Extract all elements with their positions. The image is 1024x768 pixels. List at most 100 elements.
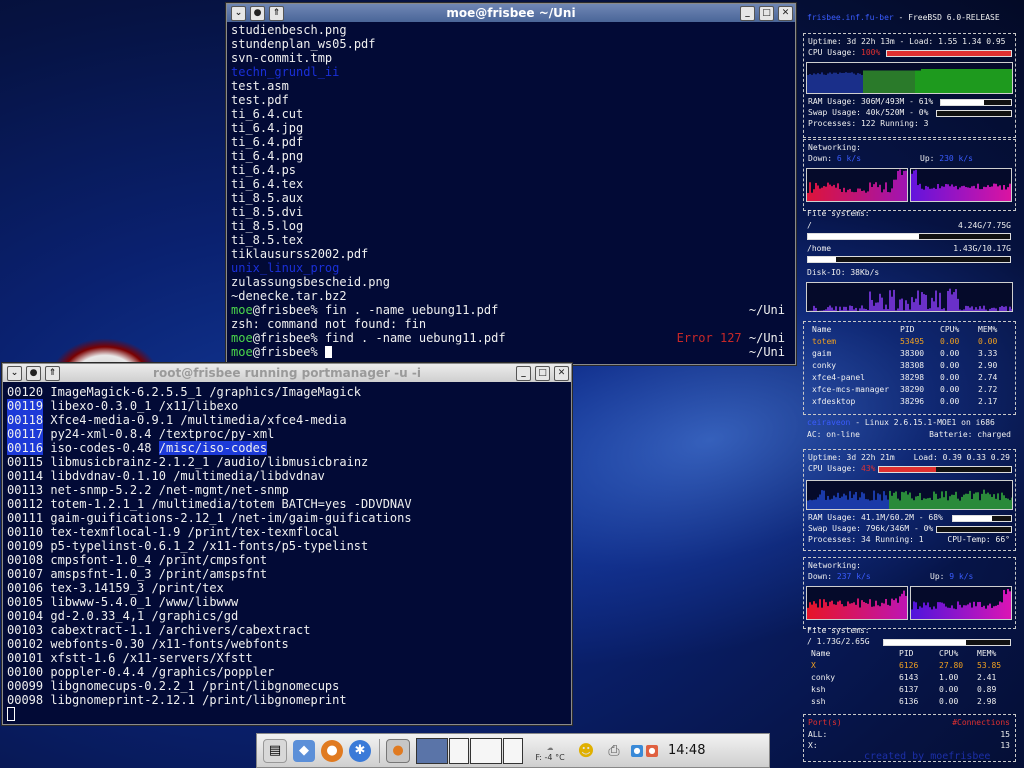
filename: ~denecke.tar.bz2 xyxy=(231,289,347,303)
port-number: 00112 xyxy=(7,497,44,511)
graph-column xyxy=(871,500,873,509)
graph-column xyxy=(817,607,819,619)
minimize-button[interactable]: _ xyxy=(740,6,755,21)
port-entry: 00108 cmpsfont-1.0_4 /print/cmpsfont xyxy=(7,553,567,567)
titlebar[interactable]: ⌄ ● ⇑ root@frisbee running portmanager -… xyxy=(3,364,571,382)
workspace-1[interactable] xyxy=(416,737,448,764)
graph-column xyxy=(845,606,847,619)
graph-column xyxy=(815,307,817,311)
graph-column xyxy=(939,292,941,311)
graph-column xyxy=(943,186,945,201)
graph-column xyxy=(1009,591,1011,619)
graph-column xyxy=(963,69,965,93)
clock[interactable]: 14:48 xyxy=(668,743,705,758)
graph-column xyxy=(865,192,867,201)
maximize-button[interactable]: □ xyxy=(535,366,550,381)
graph-column xyxy=(813,73,815,93)
port-number: 00109 xyxy=(7,539,44,553)
graph-column xyxy=(971,306,973,311)
graph-column xyxy=(1009,306,1011,311)
maximize-button[interactable]: □ xyxy=(759,6,774,21)
name-cell: Name xyxy=(811,649,831,658)
graph-column xyxy=(863,601,865,619)
graph-column xyxy=(889,70,891,93)
graph-column xyxy=(869,500,871,509)
terminal-window-portmanager[interactable]: ⌄ ● ⇑ root@frisbee running portmanager -… xyxy=(2,363,572,725)
titlebar[interactable]: ⌄ ● ⇑ moe@frisbee ~/Uni _ □ ✕ xyxy=(227,4,795,22)
graph-column xyxy=(899,70,901,93)
shade-button[interactable]: ⇑ xyxy=(45,366,60,381)
graph-column xyxy=(981,189,983,201)
weather-widget[interactable]: ☁ F: -4 °C xyxy=(531,740,569,762)
terminal-output[interactable]: studienbesch.png stundenplan_ws05.pdf svn-… xyxy=(227,22,795,362)
graph-column xyxy=(953,494,955,509)
terminal-launcher-icon[interactable]: ▤ xyxy=(263,738,287,763)
graph-column xyxy=(947,607,949,619)
terminal-output[interactable]: 00120 ImageMagick-6.2.5.5_1 /graphics/Im… xyxy=(3,382,571,724)
table-row: xfce4-panel 38298 0.00 2.74 xyxy=(808,372,1012,383)
taskbar-firefox-icon[interactable]: ● xyxy=(386,738,410,763)
port-path: /x11/libexo xyxy=(158,399,239,413)
graph-column xyxy=(953,292,955,311)
cube-icon[interactable]: ◆ xyxy=(293,739,315,762)
graph-column xyxy=(839,72,841,93)
graph-column xyxy=(819,188,821,201)
port-package: libexo-0.3.0_1 xyxy=(50,399,152,413)
graph-column xyxy=(813,305,815,311)
firefox-icon[interactable]: ● xyxy=(321,739,343,762)
graph-column xyxy=(1001,305,1003,311)
tray-icon-blue[interactable]: ● xyxy=(631,744,643,757)
graph-column xyxy=(1005,594,1007,619)
graph-column xyxy=(915,169,917,201)
prompt-path: ~/Uni xyxy=(748,345,785,359)
fs-label: File systems: xyxy=(807,626,870,635)
graph-column xyxy=(863,70,865,93)
workspace-pager[interactable] xyxy=(416,737,523,764)
shade-button[interactable]: ⇑ xyxy=(269,6,284,21)
filename: test.asm xyxy=(231,79,289,93)
window-title: moe@frisbee ~/Uni xyxy=(446,6,576,20)
graph-column xyxy=(1003,589,1005,619)
stick-button[interactable]: ● xyxy=(26,366,41,381)
filename: ti_8.5.log xyxy=(231,219,304,233)
panel[interactable]: ▤ ◆ ● ✱ ● ☁ F: -4 °C ☻ ⎙ ● ● 14:48 xyxy=(256,733,770,768)
user-icon[interactable]: ☻ xyxy=(575,740,597,762)
graph-column xyxy=(911,173,913,201)
port-package: ImageMagick-6.2.5.5_1 xyxy=(50,385,203,399)
graph-column xyxy=(967,69,969,93)
window-menu-button[interactable]: ⌄ xyxy=(7,366,22,381)
graph-column xyxy=(853,309,855,311)
graph-column xyxy=(873,70,875,93)
graph-column xyxy=(861,190,863,201)
window-menu-button[interactable]: ⌄ xyxy=(231,6,246,21)
text-cursor xyxy=(7,707,15,721)
graph-column xyxy=(913,302,915,311)
graph-column xyxy=(931,500,933,509)
graph-column xyxy=(985,187,987,201)
minimize-button[interactable]: _ xyxy=(516,366,531,381)
graph-column xyxy=(1001,69,1003,93)
graph-column xyxy=(851,498,853,509)
graph-column xyxy=(955,289,957,311)
stick-button[interactable]: ● xyxy=(250,6,265,21)
workspace-3[interactable] xyxy=(470,737,502,764)
close-button[interactable]: ✕ xyxy=(778,6,793,21)
graph-column xyxy=(1007,69,1009,93)
tray-icon-red[interactable]: ● xyxy=(646,744,658,757)
graph-column xyxy=(865,499,867,509)
graph-column xyxy=(933,606,935,619)
port-path: /www/libwww xyxy=(158,595,239,609)
file-entry: ti_8.5.dvi xyxy=(231,205,791,219)
conn-all: ALL: 15 xyxy=(808,730,1010,739)
graph-column xyxy=(879,606,881,619)
printer-icon[interactable]: ⎙ xyxy=(603,740,625,762)
graph-column xyxy=(863,190,865,201)
close-button[interactable]: ✕ xyxy=(554,366,569,381)
graph-column xyxy=(945,184,947,201)
workspace-4[interactable] xyxy=(503,737,523,764)
prompt-path-text: ~/Uni xyxy=(748,331,785,345)
workspace-2[interactable] xyxy=(449,737,469,764)
graph-column xyxy=(955,69,957,93)
terminal-window-home[interactable]: ⌄ ● ⇑ moe@frisbee ~/Uni _ □ ✕ studienbes… xyxy=(226,3,796,365)
settings-icon[interactable]: ✱ xyxy=(349,739,371,762)
